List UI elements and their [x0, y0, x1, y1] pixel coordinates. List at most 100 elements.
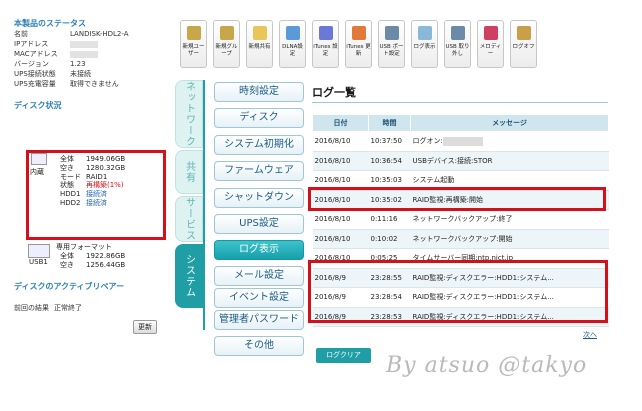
- log-message-text: ネットワークバックアップ:終了: [412, 215, 513, 224]
- toolbar-button-itunes-update[interactable]: iTunes 更新: [345, 20, 372, 68]
- log-date: 2016/8/10: [312, 131, 369, 152]
- status-row: バージョン 1.23: [14, 60, 86, 69]
- toolbar-button-label: 新規グループ: [215, 44, 238, 57]
- activity-title: ディスクのアクティブリペアー: [14, 282, 125, 291]
- log-clear-button[interactable]: ログクリア: [316, 348, 371, 363]
- usb-row-label: 空き: [60, 261, 74, 269]
- menu-item-1[interactable]: ディスク: [214, 108, 304, 128]
- log-date: 2016/8/10: [312, 151, 369, 171]
- status-row-label: UPS接続状態: [14, 70, 56, 78]
- log-header-date: 日付: [312, 114, 369, 132]
- toolbar-button-logoff[interactable]: ログオフ: [510, 20, 537, 68]
- menu-item-10[interactable]: その他: [214, 336, 304, 356]
- disk-status-title: ディスク状況: [14, 101, 62, 110]
- activity-prev-label: 前回の結果: [14, 304, 49, 312]
- activity-prev-row: 前回の結果 正常終了: [14, 304, 82, 313]
- toolbar-button-label: iTunes 設定: [313, 44, 338, 57]
- log-message-text: システム起動: [412, 176, 455, 185]
- tab-service[interactable]: サービス: [175, 196, 203, 242]
- toolbar-button-usb[interactable]: USB ポート設定: [378, 20, 405, 68]
- menu-item-8[interactable]: イベント設定: [214, 288, 304, 308]
- update-button[interactable]: 更新: [133, 320, 157, 334]
- log-message: ネットワークバックアップ:開始: [410, 229, 609, 249]
- hdd-icon: [31, 153, 47, 165]
- disk-row-value: RAID1: [86, 172, 108, 181]
- status-row-label: MACアドレス: [14, 50, 58, 58]
- usb-row: 空き 1256.44GB: [60, 261, 125, 270]
- log-message: ログオン:: [410, 131, 609, 152]
- dlna-icon: [286, 26, 300, 40]
- usb-format: 専用フォーマット: [56, 243, 112, 251]
- toolbar-button-label: ログオフ: [512, 44, 535, 50]
- usb-icon: [385, 26, 399, 40]
- toolbar-button-label: USB ポート設定: [379, 44, 404, 57]
- log-header-row: 日付 時間 メッセージ: [312, 114, 609, 132]
- redacted-user: [442, 136, 483, 146]
- status-row-value: 取得できません: [70, 80, 119, 88]
- toolbar-button-log[interactable]: ログ表示: [411, 20, 438, 68]
- toolbar-button-usb-remove[interactable]: USB 取り外し: [444, 20, 471, 68]
- status-panel: 本製品のステータス 名前 LANDISK-HDL2-A IPアドレス MACアドレスバ…: [0, 0, 170, 411]
- toolbar-button-itunes[interactable]: iTunes 設定: [312, 20, 339, 68]
- group-icon: [220, 26, 234, 40]
- disk-row-value: 再構築(1%): [86, 181, 124, 190]
- disk-row: 全体 1949.06GB: [60, 155, 125, 164]
- redacted-value: [70, 40, 98, 48]
- log-icon: [418, 26, 432, 40]
- highlight-box-disk-errors: [308, 260, 608, 323]
- watermark: By atsuo @takyo: [386, 353, 588, 378]
- disk-row-label: モード: [60, 172, 81, 181]
- menu-item-3[interactable]: ファームウェア: [214, 161, 304, 181]
- log-message-text: USBデバイス:接続:STOR: [412, 156, 493, 165]
- log-row: 2016/8/10 10:37:50 ログオン:: [312, 131, 609, 152]
- disk-row: 状態 再構築(1%): [60, 181, 124, 190]
- usb-remove-icon: [451, 26, 465, 40]
- menu-item-2[interactable]: システム初期化: [214, 135, 304, 155]
- log-header-message: メッセージ: [410, 114, 609, 132]
- log-message-text: ログオン:: [412, 137, 443, 146]
- menu-item-6[interactable]: ログ表示: [214, 240, 304, 260]
- toolbar-button-folder[interactable]: 新規共有: [246, 20, 273, 68]
- log-row: 2016/8/10 0:11:16 ネットワークバックアップ:終了: [312, 209, 609, 230]
- itunes-update-icon: [352, 26, 366, 40]
- menu-item-4[interactable]: シャットダウン: [214, 188, 304, 208]
- toolbar-button-group[interactable]: 新規グループ: [213, 20, 240, 68]
- folder-icon: [253, 26, 267, 40]
- next-page-link[interactable]: 次へ: [583, 330, 597, 340]
- tab-share[interactable]: 共有: [175, 150, 203, 194]
- tab-divider: [203, 80, 205, 330]
- usb-row-value: 1256.44GB: [86, 261, 126, 269]
- log-header-time: 時間: [368, 114, 411, 132]
- toolbar-button-melody[interactable]: メロディー: [477, 20, 504, 68]
- status-row-label: UPS充電容量: [14, 80, 56, 88]
- status-row-value: LANDISK-HDL2-A: [70, 30, 129, 38]
- toolbar-button-user[interactable]: 新規ユーザー: [180, 20, 207, 68]
- log-message: ネットワークバックアップ:終了: [410, 209, 609, 230]
- disk-row-label: 状態: [60, 181, 74, 190]
- menu-item-9[interactable]: 管理者パスワード: [214, 310, 304, 330]
- menu-item-0[interactable]: 時刻設定: [214, 82, 304, 102]
- menu-item-5[interactable]: UPS設定: [214, 214, 304, 234]
- status-row-label: バージョン: [14, 60, 49, 68]
- activity-prev-value: 正常終了: [54, 304, 82, 312]
- disk-row-value: 1949.06GB: [86, 155, 126, 163]
- log-time: 0:11:16: [368, 209, 411, 230]
- menu-item-7[interactable]: メール設定: [214, 266, 304, 286]
- log-time: 10:36:54: [368, 151, 411, 171]
- tab-system[interactable]: システム: [175, 244, 203, 308]
- log-message: USBデバイス:接続:STOR: [410, 151, 609, 171]
- tab-network[interactable]: ネットワーク: [175, 80, 203, 148]
- usb-row-label: 全体: [60, 252, 74, 260]
- disk-row: 空き 1280.32GB: [60, 164, 125, 173]
- disk-row-value: 接続済: [86, 199, 107, 207]
- usb-row: 全体 1922.86GB: [60, 252, 125, 261]
- log-row: 2016/8/10 10:36:54 USBデバイス:接続:STOR: [312, 151, 609, 171]
- toolbar-button-label: DLNA設定: [282, 44, 303, 57]
- disk-row: HDD2 接続済: [60, 199, 107, 208]
- toolbar-button-label: メロディー: [479, 44, 502, 57]
- toolbar-button-dlna[interactable]: DLNA設定: [279, 20, 306, 68]
- itunes-icon: [319, 26, 333, 40]
- usb-drive-icon: [28, 244, 50, 258]
- status-row: UPS充電容量 取得できません: [14, 80, 119, 89]
- logoff-icon: [517, 26, 531, 40]
